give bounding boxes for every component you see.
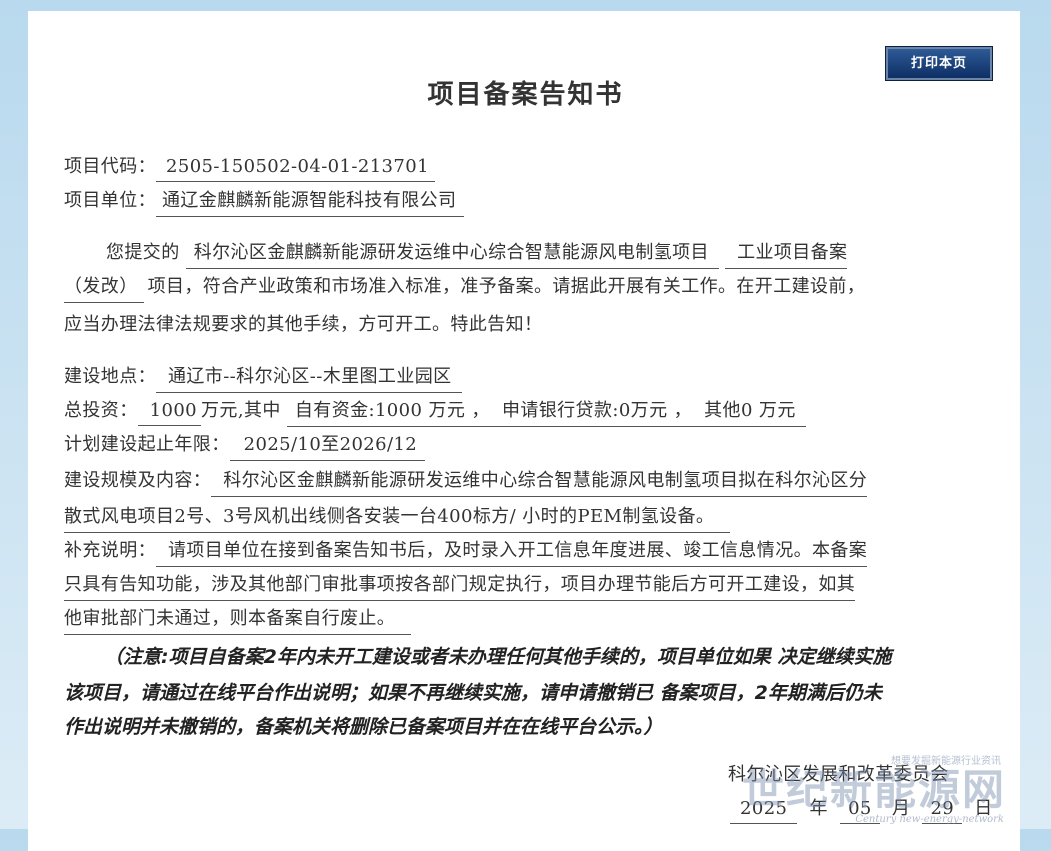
investment-own: 自有资金:1000 万元 (294, 400, 466, 421)
note-text-1: 项目自备案2年内未开工建设或者未办理任何其他手续的，项目单位如果 决定继续实施 (168, 646, 892, 668)
code-label: 项目代码： (64, 156, 156, 177)
location-label: 建设地点： (64, 366, 156, 387)
location-row: 建设地点： 通辽市--科尔沁区--木里图工业园区 (64, 362, 462, 393)
investment-other: 其他0 万元 (704, 400, 796, 421)
period-label: 计划建设起止年限： (64, 434, 230, 455)
investment-sep-2: ， (673, 400, 693, 421)
watermark-sub: Century new-energy-network (855, 814, 1004, 825)
supp-line-1: 请项目单位在接到备案告知书后，及时录入开工信息年度进展、竣工信息情况。本备案 (156, 536, 868, 567)
note-line-3: 作出说明并未撤销的，备案机关将删除已备案项目并在在线平台公示。） (64, 716, 663, 738)
code-row: 项目代码： 2505-150502-04-01-213701 (64, 152, 435, 182)
investment-unit: 万元,其中 (201, 400, 281, 421)
location-value: 通辽市--科尔沁区--木里图工业园区 (156, 362, 462, 393)
body-prefix: 您提交的 (106, 242, 180, 263)
note-line-2: 该项目，请通过在线平台作出说明；如果不再继续实施，请申请撤销已 备案项目，2年期… (64, 682, 882, 704)
scale-row-2: 散式风电项目2号、3号风机出线侧各安装一台400标方/ 小时的PEM制氢设备。 (64, 502, 731, 533)
scale-line-2: 散式风电项目2号、3号风机出线侧各安装一台400标方/ 小时的PEM制氢设备。 (64, 502, 731, 533)
watermark-logo: 世纪新能源网 (741, 765, 1006, 814)
period-value: 2025/10至2026/12 (229, 430, 426, 461)
body-line-3: 应当办理法律法规要求的其他手续，方可开工。特此告知！ (64, 314, 543, 335)
page-title: 项目备案告知书 (427, 80, 624, 110)
scale-line-1: 科尔沁区金麒麟新能源研发运维中心综合智慧能源风电制氢项目拟在科尔沁区分 (211, 466, 868, 497)
body-line-2: （发改） 项目，符合产业政策和市场准入标准，准予备案。请据此开展有关工作。在开工建… (64, 272, 865, 303)
investment-loan: 申请银行贷款:0万元 (501, 400, 668, 421)
body-line-1: 您提交的 科尔沁区金麒麟新能源研发运维中心综合智慧能源风电制氢项目 工业项目备案 (106, 238, 848, 269)
note-line-1: （注意:项目自备案2年内未开工建设或者未办理任何其他手续的，项目单位如果 决定继… (104, 642, 891, 669)
supp-row-1: 补充说明： 请项目单位在接到备案告知书后，及时录入开工信息年度进展、竣工信息情况。… (64, 536, 868, 567)
body-rest: 项目，符合产业政策和市场准入标准，准予备案。请据此开展有关工作。在开工建设前， (147, 276, 866, 297)
period-row: 计划建设起止年限： 2025/10至2026/12 (64, 430, 426, 461)
project-name: 科尔沁区金麒麟新能源研发运维中心综合智慧能源风电制氢项目 (185, 238, 719, 269)
supp-row-3: 他审批部门未通过，则本备案自行废止。 (64, 604, 412, 635)
note-open: （ (104, 646, 124, 668)
scale-row-1: 建设规模及内容： 科尔沁区金麒麟新能源研发运维中心综合智慧能源风电制氢项目拟在科尔… (64, 466, 868, 497)
record-type-a: 工业项目备案 (725, 238, 848, 269)
note-bold: 注意: (123, 646, 169, 668)
supp-row-2: 只具有告知功能，涉及其他部门审批事项按各部门规定执行，项目办理节能后方可开工建设… (64, 570, 856, 601)
investment-total: 1000 (137, 400, 202, 426)
record-type-b: （发改） (64, 272, 144, 303)
code-value: 2505-150502-04-01-213701 (156, 156, 435, 182)
scale-label: 建设规模及内容： (64, 470, 212, 491)
investment-sep-1: ， (471, 400, 490, 421)
investment-row: 总投资： 1000 万元,其中 自有资金:1000 万元 ， 申请银行贷款:0万元 … (64, 396, 806, 427)
unit-row: 项目单位： 通辽金麒麟新能源智能科技有限公司 (64, 186, 465, 217)
investment-label: 总投资： (64, 400, 138, 421)
unit-label: 项目单位： (64, 190, 156, 211)
supp-label: 补充说明： (64, 540, 156, 561)
supp-line-2: 只具有告知功能，涉及其他部门审批事项按各部门规定执行，项目办理节能后方可开工建设… (64, 570, 856, 601)
supp-line-3: 他审批部门未通过，则本备案自行废止。 (64, 604, 412, 635)
investment-breakdown: 自有资金:1000 万元 ， 申请银行贷款:0万元 ， 其他0 万元 (286, 396, 806, 427)
unit-value: 通辽金麒麟新能源智能科技有限公司 (156, 186, 465, 217)
